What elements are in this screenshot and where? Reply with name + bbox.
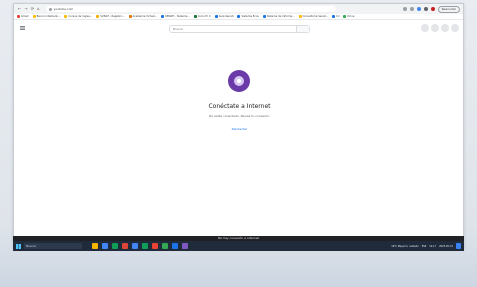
bookmark-label: Sistema de Informa... — [266, 15, 295, 18]
reload-icon[interactable]: ⟳ — [31, 7, 34, 11]
taskbar-app-icon[interactable] — [142, 243, 148, 249]
star-icon[interactable] — [409, 7, 414, 11]
bookmark-item[interactable]: Consultoria Senat... — [298, 15, 329, 18]
bookmark-label: Cil — [336, 15, 340, 18]
bookmark-favicon-icon — [96, 15, 100, 18]
bookmarks-bar: Gmail Banco Interbank... Cursos de Ingles.… — [14, 14, 463, 20]
taskbar-search-placeholder: Buscar — [26, 244, 37, 248]
bookmark-favicon-icon — [32, 15, 36, 18]
weather-widget[interactable]: 19°C Mayorm. nublado — [391, 245, 419, 248]
back-icon[interactable]: ← — [18, 7, 21, 11]
address-bar[interactable]: youtube.com — [45, 6, 336, 12]
bookmark-favicon-icon — [64, 15, 68, 18]
bookmark-item[interactable]: SUNAT - Registro... — [96, 15, 125, 18]
bookmark-label: Banco Interbank... — [36, 15, 61, 18]
extensions-area: Reanudar — [402, 5, 460, 13]
page-search-placeholder: Buscar — [173, 27, 184, 31]
offline-message: No estás conectado. Revisa tu conexión. — [209, 114, 270, 118]
bookmark-item[interactable]: Drive — [343, 15, 354, 18]
bookmark-item[interactable]: Sistema Ecos — [237, 15, 259, 18]
bookmark-label: Academia Virtual... — [132, 15, 158, 18]
bookmark-item[interactable]: Academia Virtual... — [128, 15, 158, 18]
taskbar-apps — [92, 243, 188, 249]
taskbar-app-icon[interactable] — [162, 243, 168, 249]
taskbar-app-icon[interactable] — [132, 243, 138, 249]
browser-toolbar: ← → ⟳ ⌂ youtube.com Reanudar — [14, 4, 463, 14]
share-icon[interactable] — [402, 7, 407, 11]
bookmark-label: Aula Senati — [218, 15, 234, 18]
bookmark-label: Consultoria Senat... — [302, 15, 329, 18]
clock-date[interactable]: 2023-05-31 — [439, 245, 453, 248]
bookmark-item[interactable]: Cil — [332, 15, 339, 18]
bookmark-favicon-icon — [298, 15, 302, 18]
bookmark-item[interactable]: Sistema de Informa... — [262, 15, 295, 18]
taskbar-app-icon[interactable] — [102, 243, 108, 249]
bookmark-favicon-icon — [128, 15, 132, 18]
hamburger-menu-icon[interactable] — [20, 26, 25, 30]
offline-illustration-icon — [228, 70, 250, 92]
language-indicator[interactable]: ESP — [422, 245, 426, 248]
bookmark-item[interactable]: SENATI - Sistema... — [161, 15, 190, 18]
bookmark-favicon-icon — [193, 15, 197, 18]
browser-window: ← → ⟳ ⌂ youtube.com Reanudar Gmail Banco … — [13, 3, 464, 248]
notifications-icon[interactable] — [441, 24, 449, 32]
taskbar-search[interactable]: Buscar — [24, 243, 82, 249]
account-avatar[interactable] — [451, 24, 459, 32]
nav-buttons: ← → ⟳ ⌂ — [18, 7, 40, 11]
taskbar-app-icon[interactable] — [112, 243, 118, 249]
bookmark-favicon-icon — [17, 15, 20, 18]
taskbar-app-icon[interactable] — [92, 243, 98, 249]
home-icon[interactable]: ⌂ — [37, 7, 40, 11]
taskbar-app-icon[interactable] — [182, 243, 188, 249]
retry-button[interactable]: Reintentar — [219, 126, 260, 133]
bookmark-favicon-icon — [343, 15, 347, 18]
address-url: youtube.com — [53, 7, 74, 11]
bookmark-label: Drive — [347, 15, 355, 18]
page-search-box[interactable]: Buscar — [169, 25, 310, 33]
bookmark-item[interactable]: Banco Interbank... — [32, 15, 61, 18]
start-menu-icon[interactable] — [16, 243, 21, 249]
bookmark-item[interactable]: Cursos de Ingles... — [64, 15, 92, 18]
windows-taskbar: Buscar 19°C Mayorm. nublado ESP 12:17 20… — [13, 241, 464, 251]
bookmark-favicon-icon — [161, 15, 165, 18]
bookmark-item[interactable]: Gmail — [17, 15, 29, 18]
system-tray: 19°C Mayorm. nublado ESP 12:17 2023-05-3… — [391, 243, 461, 249]
bookmark-favicon-icon — [214, 15, 218, 18]
puzzle-icon[interactable] — [423, 7, 428, 11]
clock-time[interactable]: 12:17 — [429, 245, 436, 248]
bookmark-label: Inicio Pr X — [197, 15, 211, 18]
bookmark-label: Cursos de Ingles... — [68, 15, 93, 18]
forward-icon[interactable]: → — [24, 7, 27, 11]
taskbar-app-icon[interactable] — [172, 243, 178, 249]
bookmark-favicon-icon — [262, 15, 266, 18]
notifications-center-icon[interactable] — [456, 243, 461, 249]
bookmark-label: Sistema Ecos — [241, 15, 259, 18]
bookmark-label: SUNAT - Registro... — [100, 15, 125, 18]
resume-button[interactable]: Reanudar — [437, 5, 460, 13]
bookmark-item[interactable]: Aula Senati — [214, 15, 234, 18]
header-actions — [421, 24, 459, 32]
apps-icon[interactable] — [431, 24, 439, 32]
search-button[interactable] — [296, 26, 309, 32]
site-info-icon[interactable] — [48, 7, 52, 11]
bookmark-favicon-icon — [237, 15, 241, 18]
extension-icon[interactable] — [416, 7, 421, 11]
bookmark-label: SENATI - Sistema... — [165, 15, 190, 18]
bookmark-item[interactable]: Inicio Pr X — [193, 15, 211, 18]
create-icon[interactable] — [421, 24, 429, 32]
bookmark-label: Gmail — [21, 15, 29, 18]
taskbar-app-icon[interactable] — [122, 243, 128, 249]
taskbar-app-icon[interactable] — [152, 243, 158, 249]
bookmark-favicon-icon — [332, 15, 336, 18]
profile-avatar[interactable] — [430, 7, 435, 11]
offline-title: Conéctate a Internet — [208, 103, 271, 110]
